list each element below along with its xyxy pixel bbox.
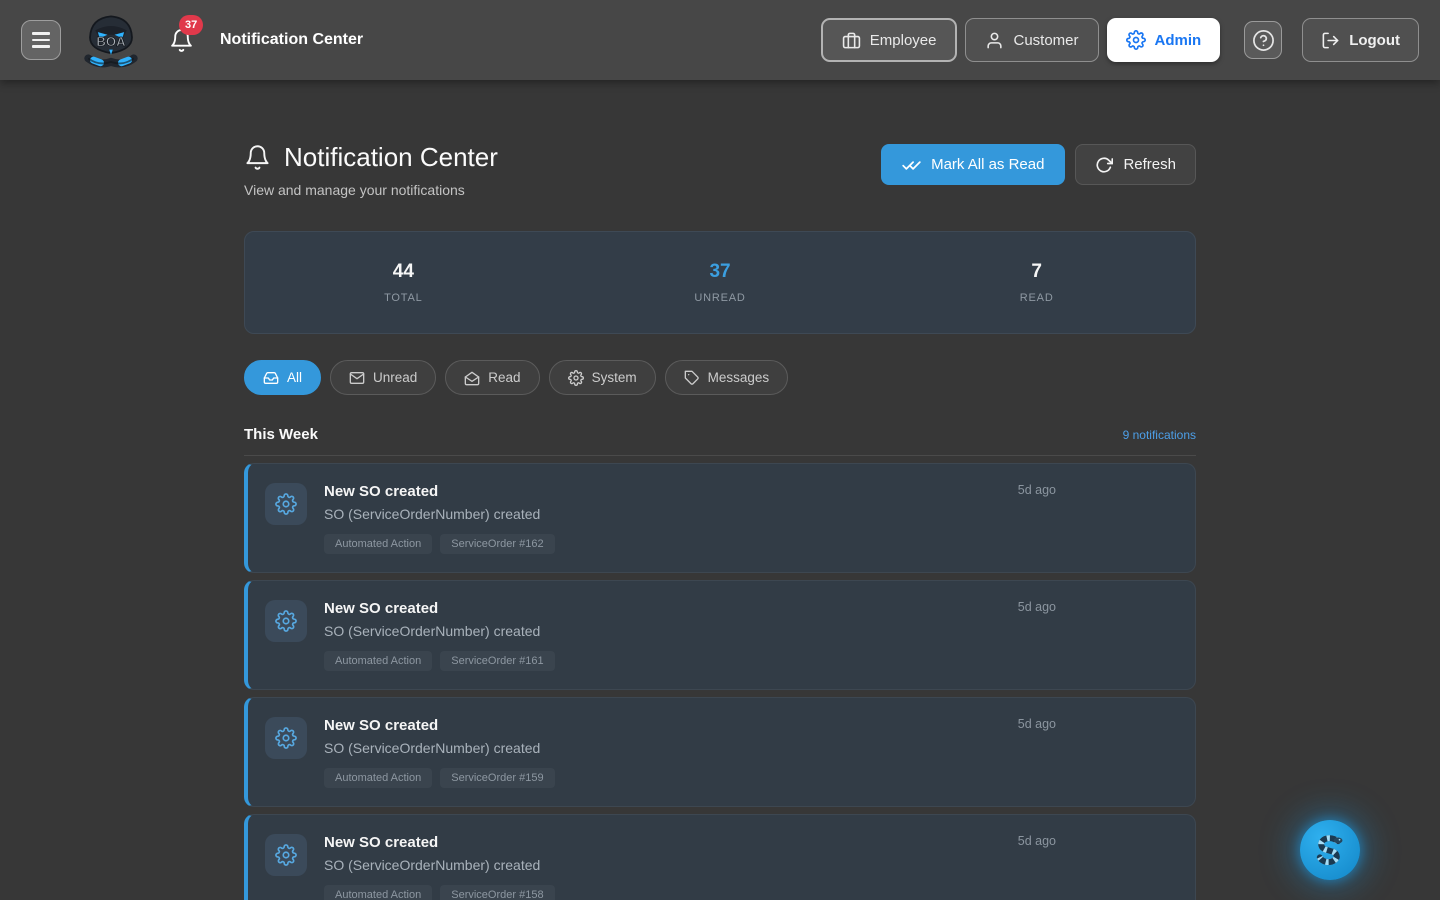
section-header: This Week 9 notifications	[244, 426, 1196, 456]
customer-button[interactable]: Customer	[965, 18, 1098, 62]
refresh-button[interactable]: Refresh	[1075, 144, 1196, 185]
notification-timestamp: 5d ago	[1018, 717, 1056, 731]
notification-tag: ServiceOrder #162	[440, 534, 554, 554]
notification-icon-box	[265, 483, 307, 525]
navbar-bell-button[interactable]: 37	[169, 27, 194, 54]
svg-text:BOA: BOA	[96, 34, 126, 49]
logout-icon	[1321, 31, 1340, 50]
mail-open-icon	[464, 370, 480, 386]
help-button[interactable]	[1244, 21, 1282, 59]
logout-button[interactable]: Logout	[1302, 18, 1419, 62]
notification-timestamp: 5d ago	[1018, 834, 1056, 848]
stat-unread: 37 UNREAD	[562, 261, 879, 304]
notification-title: New SO created	[324, 483, 555, 500]
unread-badge: 37	[179, 15, 203, 35]
notifications-count: 9 notifications	[1123, 428, 1196, 442]
notification-tag: ServiceOrder #158	[440, 885, 554, 900]
briefcase-icon	[842, 31, 861, 50]
navbar-actions: Employee Customer Admin Logout	[821, 18, 1419, 62]
snake-mascot-icon: BOA	[83, 11, 139, 69]
stats-card: 44 TOTAL 37 UNREAD 7 READ	[244, 231, 1196, 334]
bell-icon	[244, 143, 271, 172]
notification-message: SO (ServiceOrderNumber) created	[324, 857, 555, 873]
notification-tag: ServiceOrder #159	[440, 768, 554, 788]
employee-button[interactable]: Employee	[821, 18, 958, 62]
filter-all[interactable]: All	[244, 360, 321, 395]
filter-system[interactable]: System	[549, 360, 656, 395]
inbox-icon	[263, 370, 279, 386]
stat-total: 44 TOTAL	[245, 261, 562, 304]
notification-icon-box	[265, 600, 307, 642]
filter-bar: All Unread Read System Messages	[244, 360, 1196, 395]
notification-message: SO (ServiceOrderNumber) created	[324, 740, 555, 756]
page-subtitle: View and manage your notifications	[244, 182, 498, 198]
mark-all-read-button[interactable]: Mark All as Read	[881, 144, 1065, 185]
notification-title: New SO created	[324, 600, 555, 617]
page-title: Notification Center	[284, 142, 498, 173]
mail-icon	[349, 370, 365, 386]
gear-icon	[275, 493, 297, 515]
notification-tag: Automated Action	[324, 651, 432, 671]
gear-icon	[275, 844, 297, 866]
filter-read[interactable]: Read	[445, 360, 539, 395]
assistant-fab-button[interactable]	[1300, 820, 1360, 880]
stat-read: 7 READ	[878, 261, 1195, 304]
hamburger-menu-button[interactable]	[21, 20, 61, 60]
notification-card[interactable]: New SO created SO (ServiceOrderNumber) c…	[244, 580, 1196, 690]
gear-icon	[275, 610, 297, 632]
notification-tag: Automated Action	[324, 885, 432, 900]
navbar-title: Notification Center	[220, 31, 363, 49]
notification-timestamp: 5d ago	[1018, 600, 1056, 614]
double-check-icon	[902, 155, 921, 174]
notification-card[interactable]: New SO created SO (ServiceOrderNumber) c…	[244, 814, 1196, 900]
notification-tag: Automated Action	[324, 534, 432, 554]
admin-button[interactable]: Admin	[1107, 18, 1221, 62]
refresh-icon	[1095, 156, 1113, 174]
notification-title: New SO created	[324, 834, 555, 851]
filter-unread[interactable]: Unread	[330, 360, 436, 395]
tag-icon	[684, 370, 700, 386]
notification-message: SO (ServiceOrderNumber) created	[324, 506, 555, 522]
person-icon	[985, 31, 1004, 50]
app-logo: BOA	[83, 11, 139, 69]
snake-logo-icon	[1308, 828, 1352, 872]
gear-icon	[568, 370, 584, 386]
notification-timestamp: 5d ago	[1018, 483, 1056, 497]
question-circle-icon	[1252, 29, 1275, 52]
gear-icon	[1126, 30, 1146, 50]
notification-title: New SO created	[324, 717, 555, 734]
notification-tag: ServiceOrder #161	[440, 651, 554, 671]
notification-card[interactable]: New SO created SO (ServiceOrderNumber) c…	[244, 697, 1196, 807]
gear-icon	[275, 727, 297, 749]
page-header: Notification Center View and manage your…	[244, 142, 1196, 198]
navbar: BOA 37 Notification Center Employee Cust…	[0, 0, 1440, 80]
section-title: This Week	[244, 426, 318, 443]
notification-card[interactable]: New SO created SO (ServiceOrderNumber) c…	[244, 463, 1196, 573]
notification-tag: Automated Action	[324, 768, 432, 788]
notification-message: SO (ServiceOrderNumber) created	[324, 623, 555, 639]
main-content: Notification Center View and manage your…	[244, 80, 1196, 900]
filter-messages[interactable]: Messages	[665, 360, 789, 395]
notification-icon-box	[265, 834, 307, 876]
notification-list: New SO created SO (ServiceOrderNumber) c…	[244, 463, 1196, 900]
notification-icon-box	[265, 717, 307, 759]
